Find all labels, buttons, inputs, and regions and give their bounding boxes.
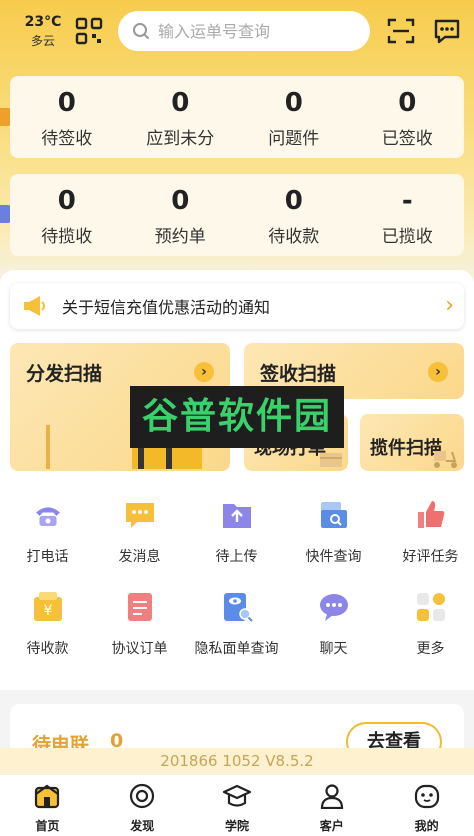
- stat-picked-up[interactable]: - 已揽收: [351, 174, 465, 256]
- stat-value: 0: [57, 88, 76, 118]
- tool-label: 待上传: [215, 549, 258, 565]
- chevron-right-icon: ›: [428, 362, 448, 382]
- stat-pending-sign[interactable]: 0 待签收: [10, 76, 124, 158]
- tab-label: 我的: [414, 819, 439, 833]
- search-bar[interactable]: [118, 11, 370, 51]
- agreement-doc-icon: [127, 593, 152, 621]
- stat-value: 0: [171, 186, 190, 216]
- megaphone-icon: [24, 296, 45, 316]
- tab-label: 学院: [224, 819, 249, 833]
- phone-icon: [35, 507, 60, 527]
- tool-parcel-search[interactable]: 快件查询: [286, 498, 381, 566]
- chevron-right-icon: ›: [194, 362, 214, 382]
- tool-more[interactable]: 更多: [383, 590, 474, 658]
- tool-chat[interactable]: 聊天: [286, 590, 381, 658]
- notice-bar[interactable]: 关于短信充值优惠活动的通知 ›: [10, 283, 464, 329]
- tool-call[interactable]: 打电话: [0, 498, 95, 566]
- home-icon: [35, 784, 60, 809]
- stat-label: 已揽收: [381, 227, 433, 247]
- watermark: 谷普软件园: [130, 386, 344, 448]
- tab-bar: 首页 发现 学院 客户 我的: [0, 774, 474, 836]
- pickup-stats-card: 0 待揽收 0 预约单 0 待收款 - 已揽收: [10, 174, 464, 256]
- search-icon: [133, 23, 149, 39]
- tab-home[interactable]: 首页: [0, 775, 95, 836]
- tab-customer[interactable]: 客户: [284, 775, 379, 836]
- academy-icon: [222, 784, 252, 807]
- chevron-right-icon: ›: [445, 293, 454, 318]
- tool-label: 发消息: [118, 549, 161, 565]
- tool-label: 好评任务: [402, 549, 459, 565]
- notice-text: 关于短信充值优惠活动的通知: [62, 298, 271, 317]
- yen-wallet-icon: ¥: [33, 592, 62, 621]
- box-icon: [320, 453, 342, 467]
- customer-icon: [320, 784, 343, 810]
- parcel-search-icon: [320, 502, 347, 528]
- tab-profile[interactable]: 我的: [379, 775, 474, 836]
- stat-due-unassigned[interactable]: 0 应到未分: [124, 76, 238, 158]
- tool-label: 隐私面单查询: [194, 641, 279, 657]
- scan-icon[interactable]: [386, 16, 416, 46]
- privacy-search-icon: [223, 593, 253, 622]
- weather-widget[interactable]: 23°C 多云: [18, 14, 68, 49]
- stat-value: 0: [284, 88, 303, 118]
- search-input[interactable]: [156, 20, 350, 42]
- stat-pending-payment[interactable]: 0 待收款: [237, 174, 351, 256]
- scooter-icon: [434, 451, 457, 468]
- thumbs-up-icon: [417, 501, 444, 528]
- qrcode-icon[interactable]: [74, 16, 104, 46]
- tab-academy[interactable]: 学院: [190, 775, 285, 836]
- stat-label: 问题件: [268, 129, 320, 149]
- message-icon: [125, 503, 154, 528]
- tool-pending-payment[interactable]: ¥ 待收款: [0, 590, 95, 658]
- tool-label: 快件查询: [305, 549, 362, 565]
- tab-label: 客户: [319, 819, 344, 833]
- tool-privacy-search[interactable]: 隐私面单查询: [189, 590, 284, 658]
- version-info: 201866 1052 V8.5.2: [0, 748, 474, 774]
- delivery-stats-card: 0 待签收 0 应到未分 0 问题件 0 已签收: [10, 76, 464, 158]
- tool-message[interactable]: 发消息: [92, 498, 187, 566]
- more-grid-icon: [416, 593, 445, 621]
- stat-value: 0: [398, 88, 417, 118]
- temperature: 23°C: [24, 14, 62, 30]
- tool-review-task[interactable]: 好评任务: [383, 498, 474, 566]
- stat-label: 已签收: [381, 129, 433, 149]
- stat-label: 待签收: [41, 129, 93, 149]
- stat-label: 待揽收: [41, 227, 93, 247]
- tool-pending-upload[interactable]: 待上传: [189, 498, 284, 566]
- stat-label: 待收款: [268, 227, 320, 247]
- chat-bubble-icon: [319, 594, 348, 621]
- stat-value: -: [401, 186, 413, 216]
- tool-label: 协议订单: [111, 641, 168, 657]
- dispatch-scan-title: 分发扫描: [26, 363, 103, 385]
- stat-value: 0: [57, 186, 76, 216]
- tool-agreement-order[interactable]: 协议订单: [92, 590, 187, 658]
- svg-text:¥: ¥: [43, 603, 52, 619]
- message-icon[interactable]: [432, 16, 462, 46]
- stat-value: 0: [284, 186, 303, 216]
- tool-label: 更多: [416, 641, 445, 657]
- tab-label: 发现: [130, 819, 155, 833]
- stat-signed[interactable]: 0 已签收: [351, 76, 465, 158]
- tab-label: 首页: [35, 819, 60, 833]
- sign-scan-title: 签收扫描: [260, 363, 337, 385]
- tool-label: 打电话: [26, 549, 69, 565]
- stat-label: 应到未分: [146, 129, 215, 149]
- tool-label: 待收款: [26, 641, 69, 657]
- stat-reservation[interactable]: 0 预约单: [124, 174, 238, 256]
- profile-icon: [414, 784, 439, 809]
- stat-value: 0: [171, 88, 190, 118]
- discover-icon: [130, 783, 155, 809]
- weather-condition: 多云: [30, 34, 55, 48]
- upload-folder-icon: [222, 504, 251, 528]
- tool-label: 聊天: [319, 641, 348, 657]
- stat-label: 预约单: [154, 227, 206, 247]
- stat-problem[interactable]: 0 问题件: [237, 76, 351, 158]
- stat-pending-pickup[interactable]: 0 待揽收: [10, 174, 124, 256]
- tab-discover[interactable]: 发现: [95, 775, 190, 836]
- pickup-scan-card[interactable]: 揽件扫描: [360, 414, 464, 471]
